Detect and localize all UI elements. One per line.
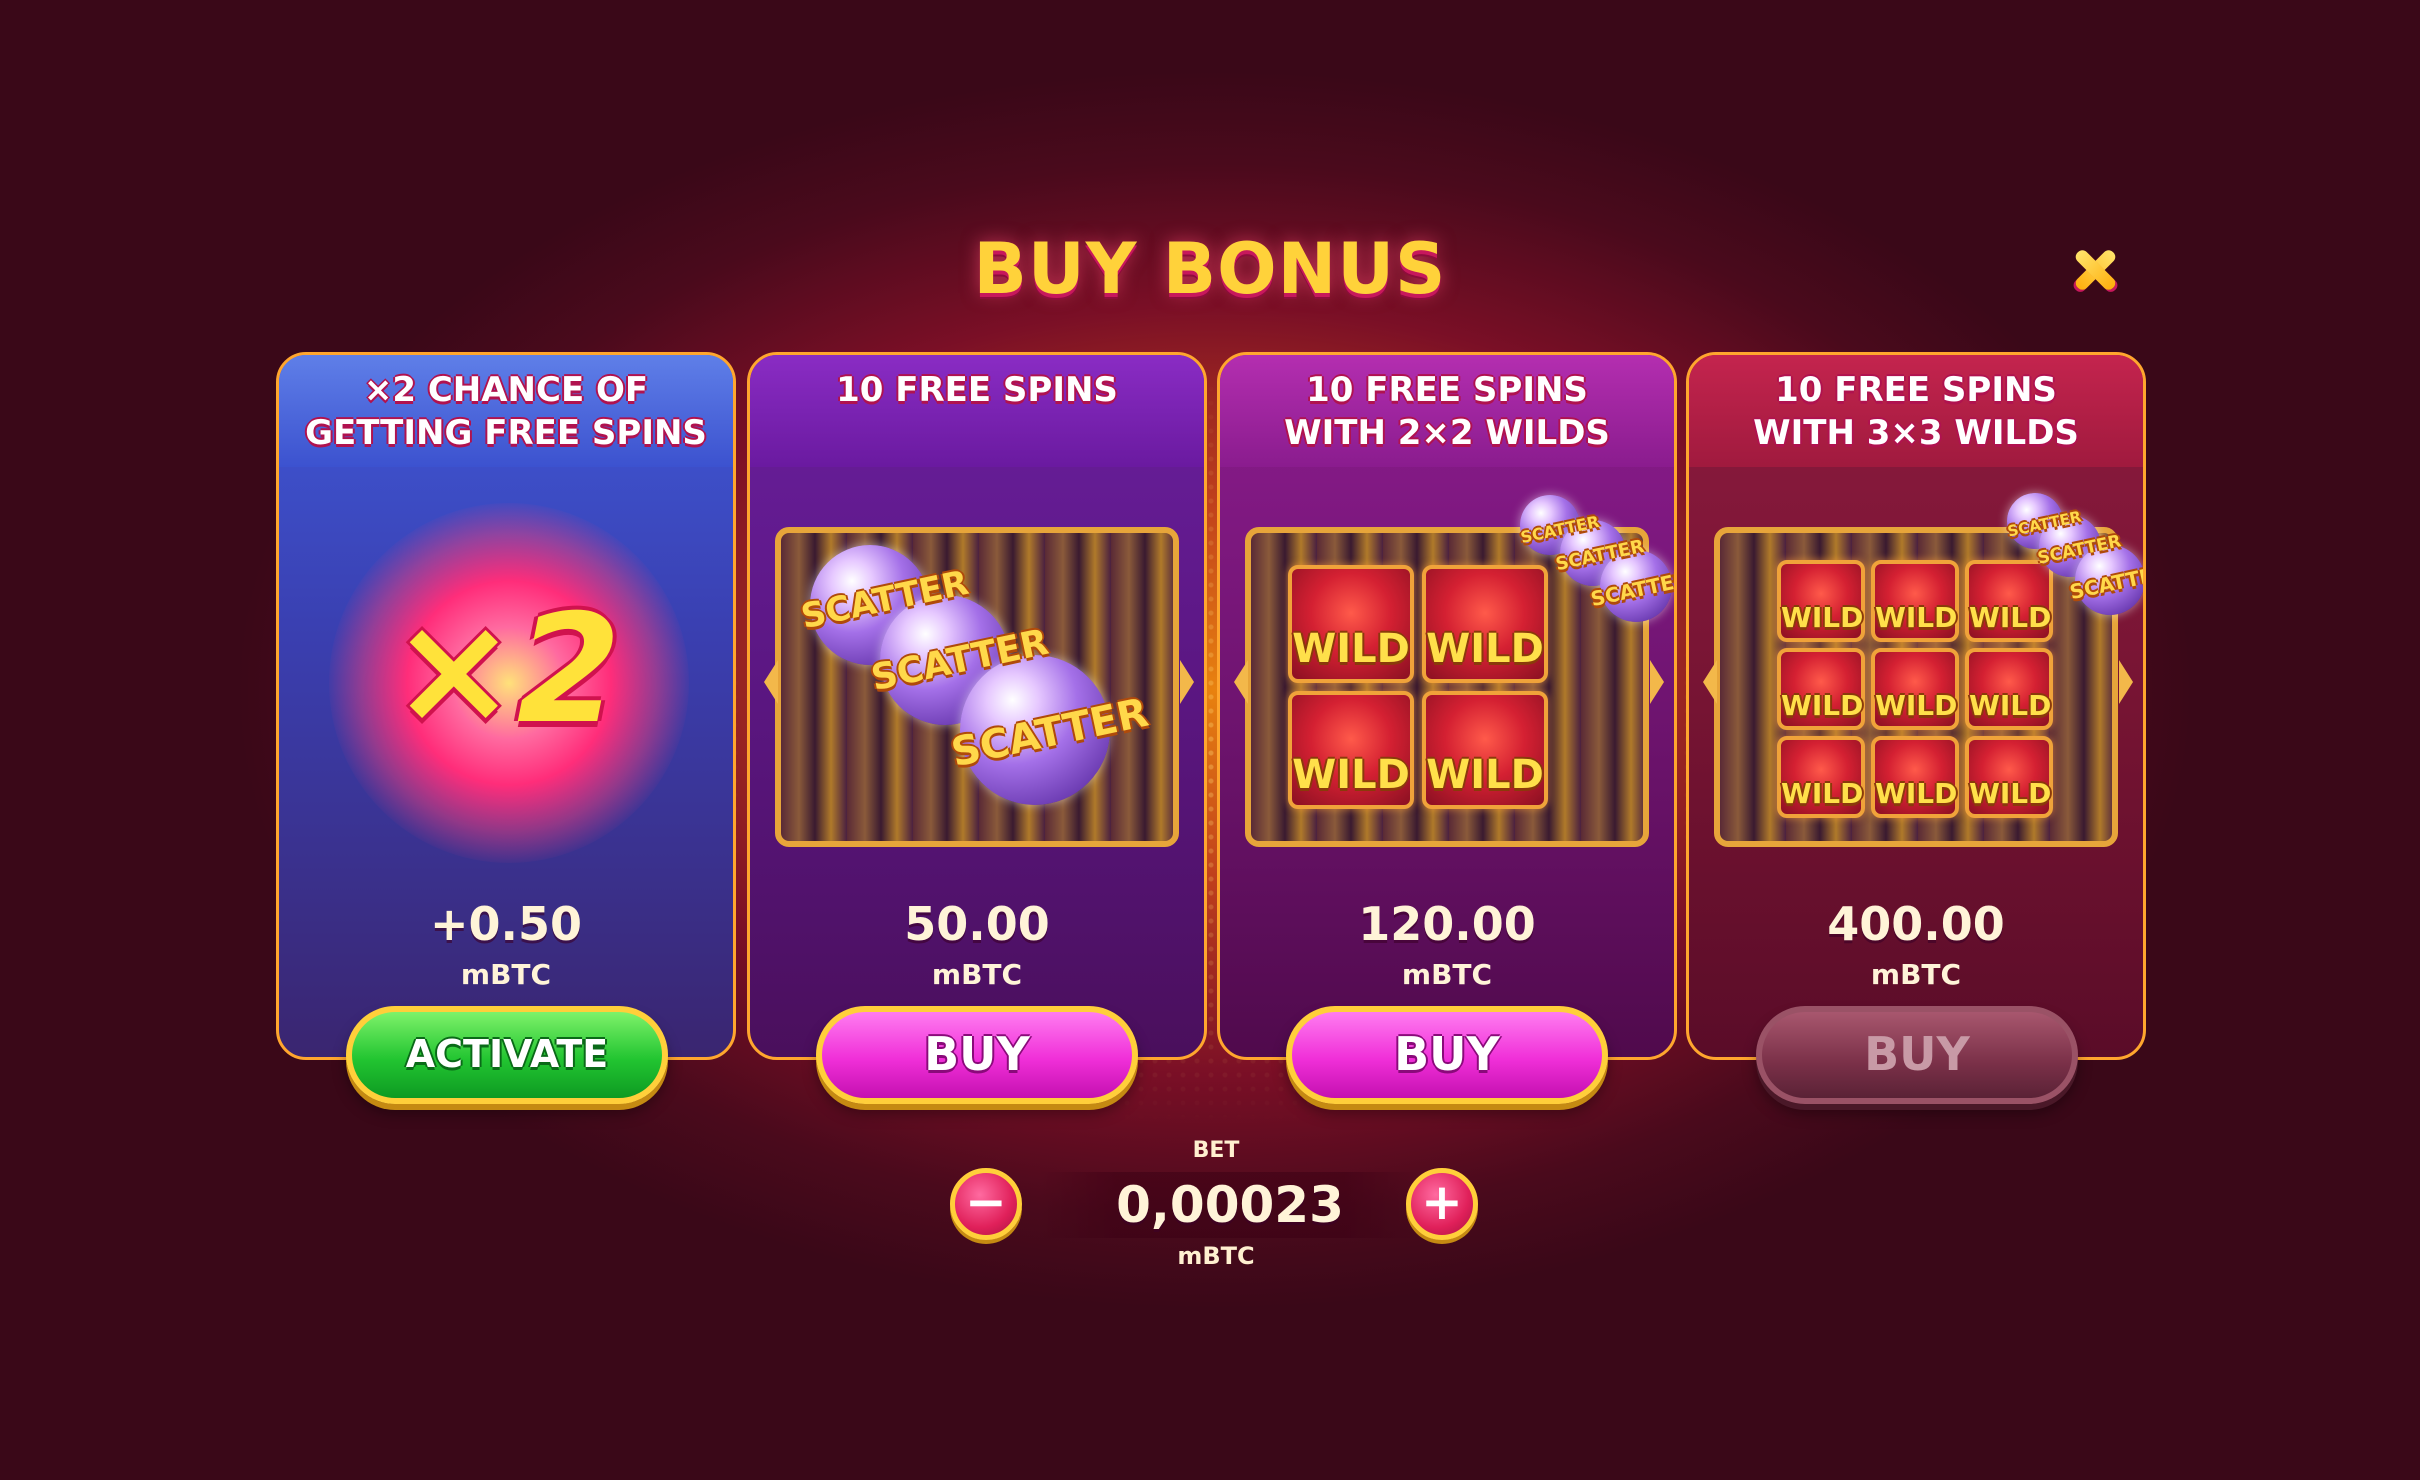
bet-increase-button[interactable]: + bbox=[1406, 1168, 1478, 1240]
wild-heart-symbol: WILD bbox=[1777, 560, 1865, 642]
arrow-right-icon bbox=[1650, 660, 1664, 704]
wild-heart-symbol: WILD bbox=[1422, 691, 1548, 809]
bet-value: 0,00023 bbox=[1040, 1172, 1420, 1238]
card-heading: 10 FREE SPINS bbox=[750, 355, 1204, 467]
arrow-left-icon bbox=[1234, 660, 1248, 704]
card-heading: ×2 CHANCE OF GETTING FREE SPINS bbox=[279, 355, 733, 467]
card-price: +0.50 bbox=[429, 897, 583, 951]
card-price-unit: mBTC bbox=[1870, 958, 1962, 991]
card-3x3-wilds: 10 FREE SPINS WITH 3×3 WILDS WILD WILD W… bbox=[1686, 352, 2146, 1060]
wild-heart-symbol: WILD bbox=[1422, 565, 1548, 683]
card-x2-chance: ×2 CHANCE OF GETTING FREE SPINS ×2 +0.50… bbox=[276, 352, 736, 1060]
card-heading: 10 FREE SPINS WITH 3×3 WILDS bbox=[1689, 355, 2143, 467]
wild-grid-2x2: WILD WILD WILD WILD bbox=[1288, 565, 1548, 809]
arrow-left-icon bbox=[1703, 660, 1717, 704]
wild-grid-3x3: WILD WILD WILD WILD WILD WILD WILD WILD … bbox=[1777, 560, 2053, 818]
activate-button[interactable]: ACTIVATE bbox=[346, 1006, 668, 1104]
close-icon[interactable] bbox=[2070, 245, 2120, 295]
buy-10-free-spins-button[interactable]: BUY bbox=[816, 1006, 1138, 1104]
arrow-right-icon bbox=[2119, 660, 2133, 704]
card-price: 120.00 bbox=[1358, 897, 1536, 951]
arrow-left-icon bbox=[764, 660, 778, 704]
arrow-right-icon bbox=[1180, 660, 1194, 704]
wild-heart-symbol: WILD bbox=[1871, 648, 1959, 730]
card-10-free-spins: 10 FREE SPINS SCATTER SCATTER SCATTER 50… bbox=[747, 352, 1207, 1060]
card-price: 50.00 bbox=[904, 897, 1050, 951]
wild-heart-symbol: WILD bbox=[1871, 736, 1959, 818]
wild-heart-symbol: WILD bbox=[1777, 648, 1865, 730]
wild-heart-symbol: WILD bbox=[1965, 648, 2053, 730]
buy-2x2-wilds-button[interactable]: BUY bbox=[1286, 1006, 1608, 1104]
card-price-unit: mBTC bbox=[1401, 958, 1493, 991]
card-2x2-wilds: 10 FREE SPINS WITH 2×2 WILDS WILD WILD W… bbox=[1217, 352, 1677, 1060]
card-price: 400.00 bbox=[1827, 897, 2005, 951]
bet-label: BET bbox=[1192, 1138, 1240, 1163]
card-heading: 10 FREE SPINS WITH 2×2 WILDS bbox=[1220, 355, 1674, 467]
card-price-unit: mBTC bbox=[931, 958, 1023, 991]
bet-unit: mBTC bbox=[1177, 1242, 1255, 1270]
wild-heart-symbol: WILD bbox=[1965, 560, 2053, 642]
wild-heart-symbol: WILD bbox=[1871, 560, 1959, 642]
card-price-unit: mBTC bbox=[460, 958, 552, 991]
wild-heart-symbol: WILD bbox=[1965, 736, 2053, 818]
bet-decrease-button[interactable]: − bbox=[950, 1168, 1022, 1240]
wild-heart-symbol: WILD bbox=[1777, 736, 1865, 818]
buy-3x3-wilds-button: BUY bbox=[1756, 1006, 2078, 1104]
wild-heart-symbol: WILD bbox=[1288, 691, 1414, 809]
x2-multiplier-icon: ×2 bbox=[390, 583, 622, 757]
wild-heart-symbol: WILD bbox=[1288, 565, 1414, 683]
page-title: BUY BONUS bbox=[973, 228, 1447, 310]
